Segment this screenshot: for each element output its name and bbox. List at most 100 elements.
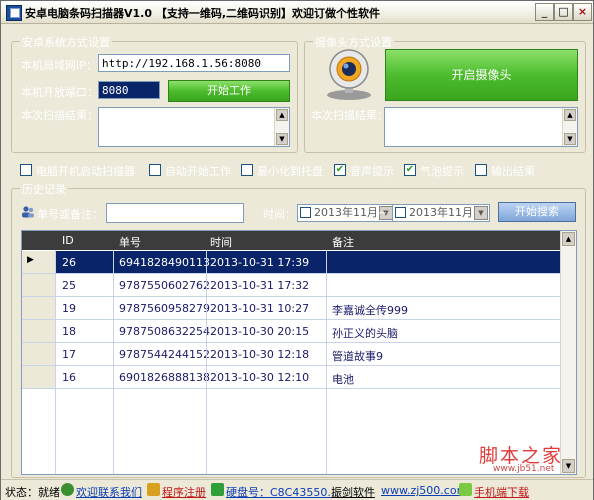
row-pointer-icon: ▶: [27, 255, 34, 265]
android-icon: [459, 483, 472, 496]
column-divider: [326, 250, 327, 474]
history-group-title: 历史记录: [20, 181, 68, 197]
open-camera-button[interactable]: 开启摄像头: [385, 49, 578, 101]
table-row[interactable]: 18 9787508632254 2013-10-30 20:15 孙正义的头脑: [22, 320, 562, 343]
cell-id: 26: [62, 256, 76, 269]
option-output-label: 输出结果: [491, 165, 535, 178]
lock-icon: [147, 483, 160, 496]
row-indicator: [22, 320, 56, 342]
option-output-checkbox[interactable]: [475, 164, 487, 176]
webcam-icon: [327, 49, 371, 100]
history-table: ID 单号 时间 备注 ▶ 26 6941828490113 2013-10-3…: [21, 230, 577, 475]
contact-icon: [61, 483, 74, 496]
col-code-header[interactable]: 单号: [119, 234, 141, 250]
cell-id: 19: [62, 302, 76, 315]
disk-serial[interactable]: 硬盘号：C8C43550...: [226, 484, 338, 500]
cell-id: 16: [62, 371, 76, 384]
cell-time: 2013-10-31 17:39: [210, 256, 310, 269]
row-indicator: [22, 343, 56, 365]
table-scrollbar[interactable]: ▲ ▼: [560, 231, 576, 474]
ip-label: 本机局域网IP：: [21, 59, 97, 72]
table-row[interactable]: ▶ 26 6941828490113 2013-10-31 17:39: [22, 251, 562, 274]
scroll-up-icon[interactable]: ▲: [564, 109, 576, 121]
cell-code: 6941828490113: [119, 256, 210, 269]
android-result-scrollbar[interactable]: ▲ ▼: [274, 108, 289, 146]
android-result-box[interactable]: ▲ ▼: [98, 107, 290, 147]
title-bar: 安卓电脑条码扫描器V1.0 【支持一维码,二维码识别】欢迎订做个性软件 _ □ …: [1, 1, 593, 24]
option-tray-checkbox[interactable]: [241, 164, 253, 176]
scroll-down-icon[interactable]: ▼: [562, 459, 575, 473]
start-work-button[interactable]: 开始工作: [168, 80, 290, 102]
table-row[interactable]: 16 6901826888138 2013-10-30 12:10 电池: [22, 366, 562, 389]
users-icon: [22, 206, 34, 218]
cell-time: 2013-10-31 17:32: [210, 279, 310, 292]
port-label: 本机开放端口：: [21, 86, 98, 99]
row-indicator: [22, 366, 56, 388]
cell-time: 2013-10-31 10:27: [210, 302, 310, 315]
cell-code: 6901826888138: [119, 371, 210, 384]
watermark-url: www.jb51.net: [493, 464, 555, 474]
option-autowork-checkbox[interactable]: [149, 164, 161, 176]
col-note-header[interactable]: 备注: [332, 234, 354, 250]
window-title: 安卓电脑条码扫描器V1.0 【支持一维码,二维码识别】欢迎订做个性软件: [25, 7, 381, 20]
option-autowork-label: 自动开始工作: [165, 165, 231, 178]
scroll-up-icon[interactable]: ▲: [562, 232, 575, 246]
mobile-download-link[interactable]: 手机端下载: [474, 484, 529, 500]
android-result-label: 本次扫描结果：: [21, 109, 98, 122]
table-row[interactable]: 17 9787544244152 2013-10-30 12:18 管道故事9: [22, 343, 562, 366]
option-sound-checkbox[interactable]: ✔: [334, 164, 346, 176]
port-field[interactable]: 8080: [98, 81, 160, 99]
site-link[interactable]: www.zj500.com: [381, 484, 467, 497]
scroll-up-icon[interactable]: ▲: [276, 109, 288, 121]
option-bubble-label: 气泡提示: [420, 165, 464, 178]
maximize-button[interactable]: □: [554, 3, 573, 21]
android-group-title: 安卓系统方式设置: [20, 34, 112, 50]
ip-field[interactable]: http://192.168.1.56:8080: [98, 54, 290, 72]
search-label: 单号或备注：: [37, 208, 103, 221]
table-header: ID 单号 时间 备注: [22, 231, 562, 250]
row-indicator: [22, 274, 56, 296]
option-sound-label: 音声提示: [350, 165, 394, 178]
date-from-checkbox[interactable]: [300, 207, 311, 218]
column-divider: [55, 250, 56, 474]
date-to-value: 2013年11月 3: [409, 206, 484, 219]
date-to-checkbox[interactable]: [395, 207, 406, 218]
cell-note: 李嘉诚全传999: [332, 304, 408, 317]
cell-code: 9787508632254: [119, 325, 210, 338]
cell-id: 18: [62, 325, 76, 338]
contact-link[interactable]: 欢迎联系我们: [76, 484, 142, 500]
chevron-down-icon[interactable]: ▼: [474, 206, 488, 220]
time-label: 时间：: [263, 208, 296, 221]
option-bubble-checkbox[interactable]: ✔: [404, 164, 416, 176]
cell-time: 2013-10-30 12:18: [210, 348, 310, 361]
col-time-header[interactable]: 时间: [210, 234, 232, 250]
register-link[interactable]: 程序注册: [162, 484, 206, 500]
cell-id: 17: [62, 348, 76, 361]
col-id-header[interactable]: ID: [62, 234, 74, 247]
search-button[interactable]: 开始搜索: [498, 202, 576, 222]
cell-time: 2013-10-30 12:10: [210, 371, 310, 384]
status-bar: 状态：就绪 欢迎联系我们 程序注册 硬盘号：C8C43550... 振剑软件 w…: [1, 479, 593, 500]
date-separator: ~: [378, 206, 388, 219]
date-to-picker[interactable]: 2013年11月 3 ▼: [392, 204, 490, 222]
camera-result-scrollbar[interactable]: ▲ ▼: [562, 108, 577, 146]
row-indicator: ▶: [22, 251, 56, 273]
row-indicator: [22, 297, 56, 319]
cell-note: 孙正义的头脑: [332, 327, 398, 340]
vendor-link[interactable]: 振剑软件: [331, 484, 375, 500]
cell-code: 9787550602762: [119, 279, 210, 292]
search-field[interactable]: [106, 203, 244, 223]
table-row[interactable]: 25 9787550602762 2013-10-31 17:32: [22, 274, 562, 297]
cell-note: 电池: [332, 373, 354, 386]
cell-note: 管道故事9: [332, 350, 383, 363]
camera-result-box[interactable]: ▲ ▼: [384, 107, 578, 147]
scroll-down-icon[interactable]: ▼: [564, 133, 576, 145]
option-autostart-checkbox[interactable]: [20, 164, 32, 176]
scroll-down-icon[interactable]: ▼: [276, 133, 288, 145]
cell-code: 9787560958279: [119, 302, 210, 315]
table-row[interactable]: 19 9787560958279 2013-10-31 10:27 李嘉诚全传9…: [22, 297, 562, 320]
minimize-button[interactable]: _: [535, 3, 554, 21]
cell-code: 9787544244152: [119, 348, 210, 361]
column-divider: [113, 250, 114, 474]
close-button[interactable]: ×: [573, 3, 592, 21]
